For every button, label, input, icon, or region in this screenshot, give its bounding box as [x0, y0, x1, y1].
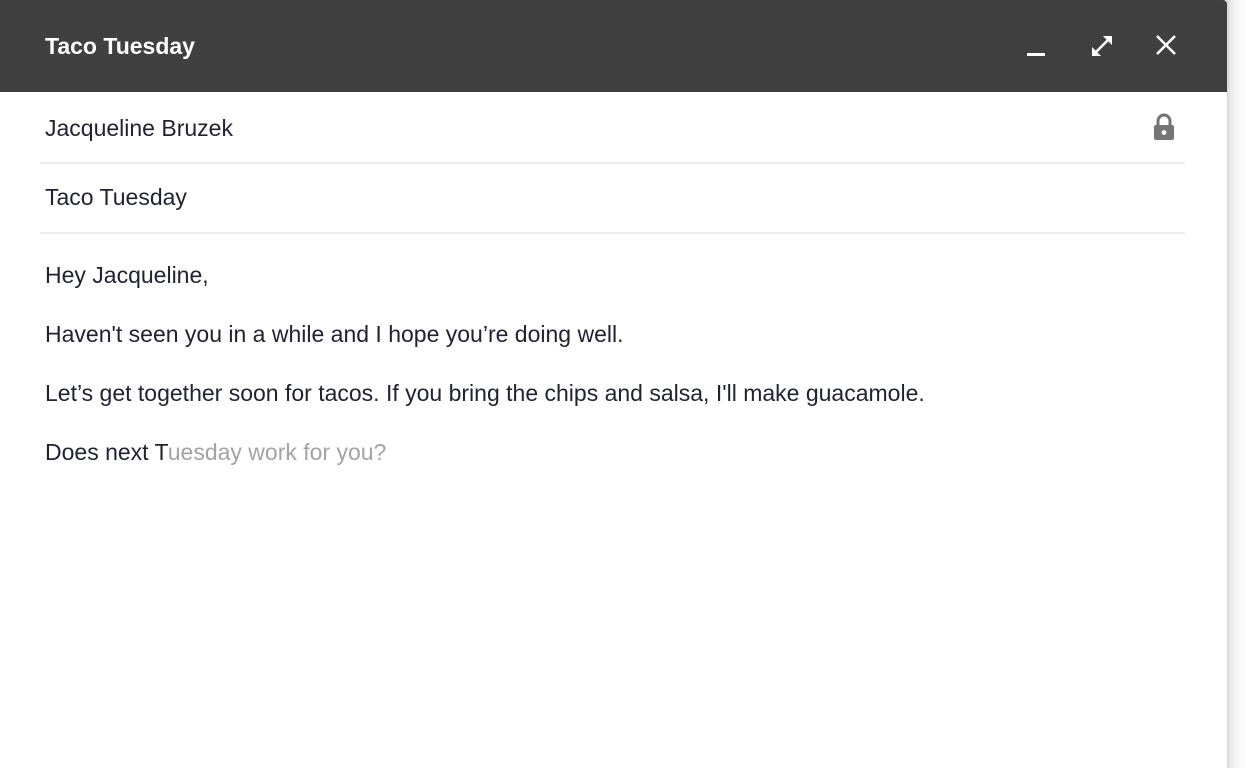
fullscreen-expand-icon: [1092, 36, 1112, 56]
typed-text: Does next T: [45, 439, 168, 465]
subject-text[interactable]: Taco Tuesday: [45, 183, 187, 211]
lock-icon[interactable]: [1152, 112, 1176, 142]
body-paragraph-2: Let’s get together soon for tacos. If yo…: [45, 380, 925, 406]
recipients-field[interactable]: Jacqueline Bruzek: [40, 92, 1185, 164]
body-current-line: Does next Tuesday work for you?: [45, 437, 386, 467]
compose-window: Taco Tuesday Jacqueline Bruzek Taco Tues…: [0, 0, 1227, 768]
compose-title-bar[interactable]: Taco Tuesday: [0, 0, 1227, 92]
minimize-button[interactable]: [1016, 26, 1056, 66]
fullscreen-button[interactable]: [1082, 26, 1122, 66]
body-paragraph-1: Haven't seen you in a while and I hope y…: [45, 321, 624, 347]
close-button[interactable]: [1146, 26, 1186, 66]
smart-compose-suggestion[interactable]: uesday work for you?: [168, 439, 387, 465]
close-icon: [1156, 35, 1176, 55]
subject-field[interactable]: Taco Tuesday: [40, 164, 1185, 234]
minimize-icon: [1027, 53, 1045, 56]
compose-window-title: Taco Tuesday: [45, 33, 195, 59]
body-greeting: Hey Jacqueline,: [45, 262, 209, 288]
page: Taco Tuesday Jacqueline Bruzek Taco Tues…: [0, 0, 1246, 768]
window-shadow-edge: [1227, 0, 1246, 768]
recipient-name[interactable]: Jacqueline Bruzek: [45, 114, 233, 142]
